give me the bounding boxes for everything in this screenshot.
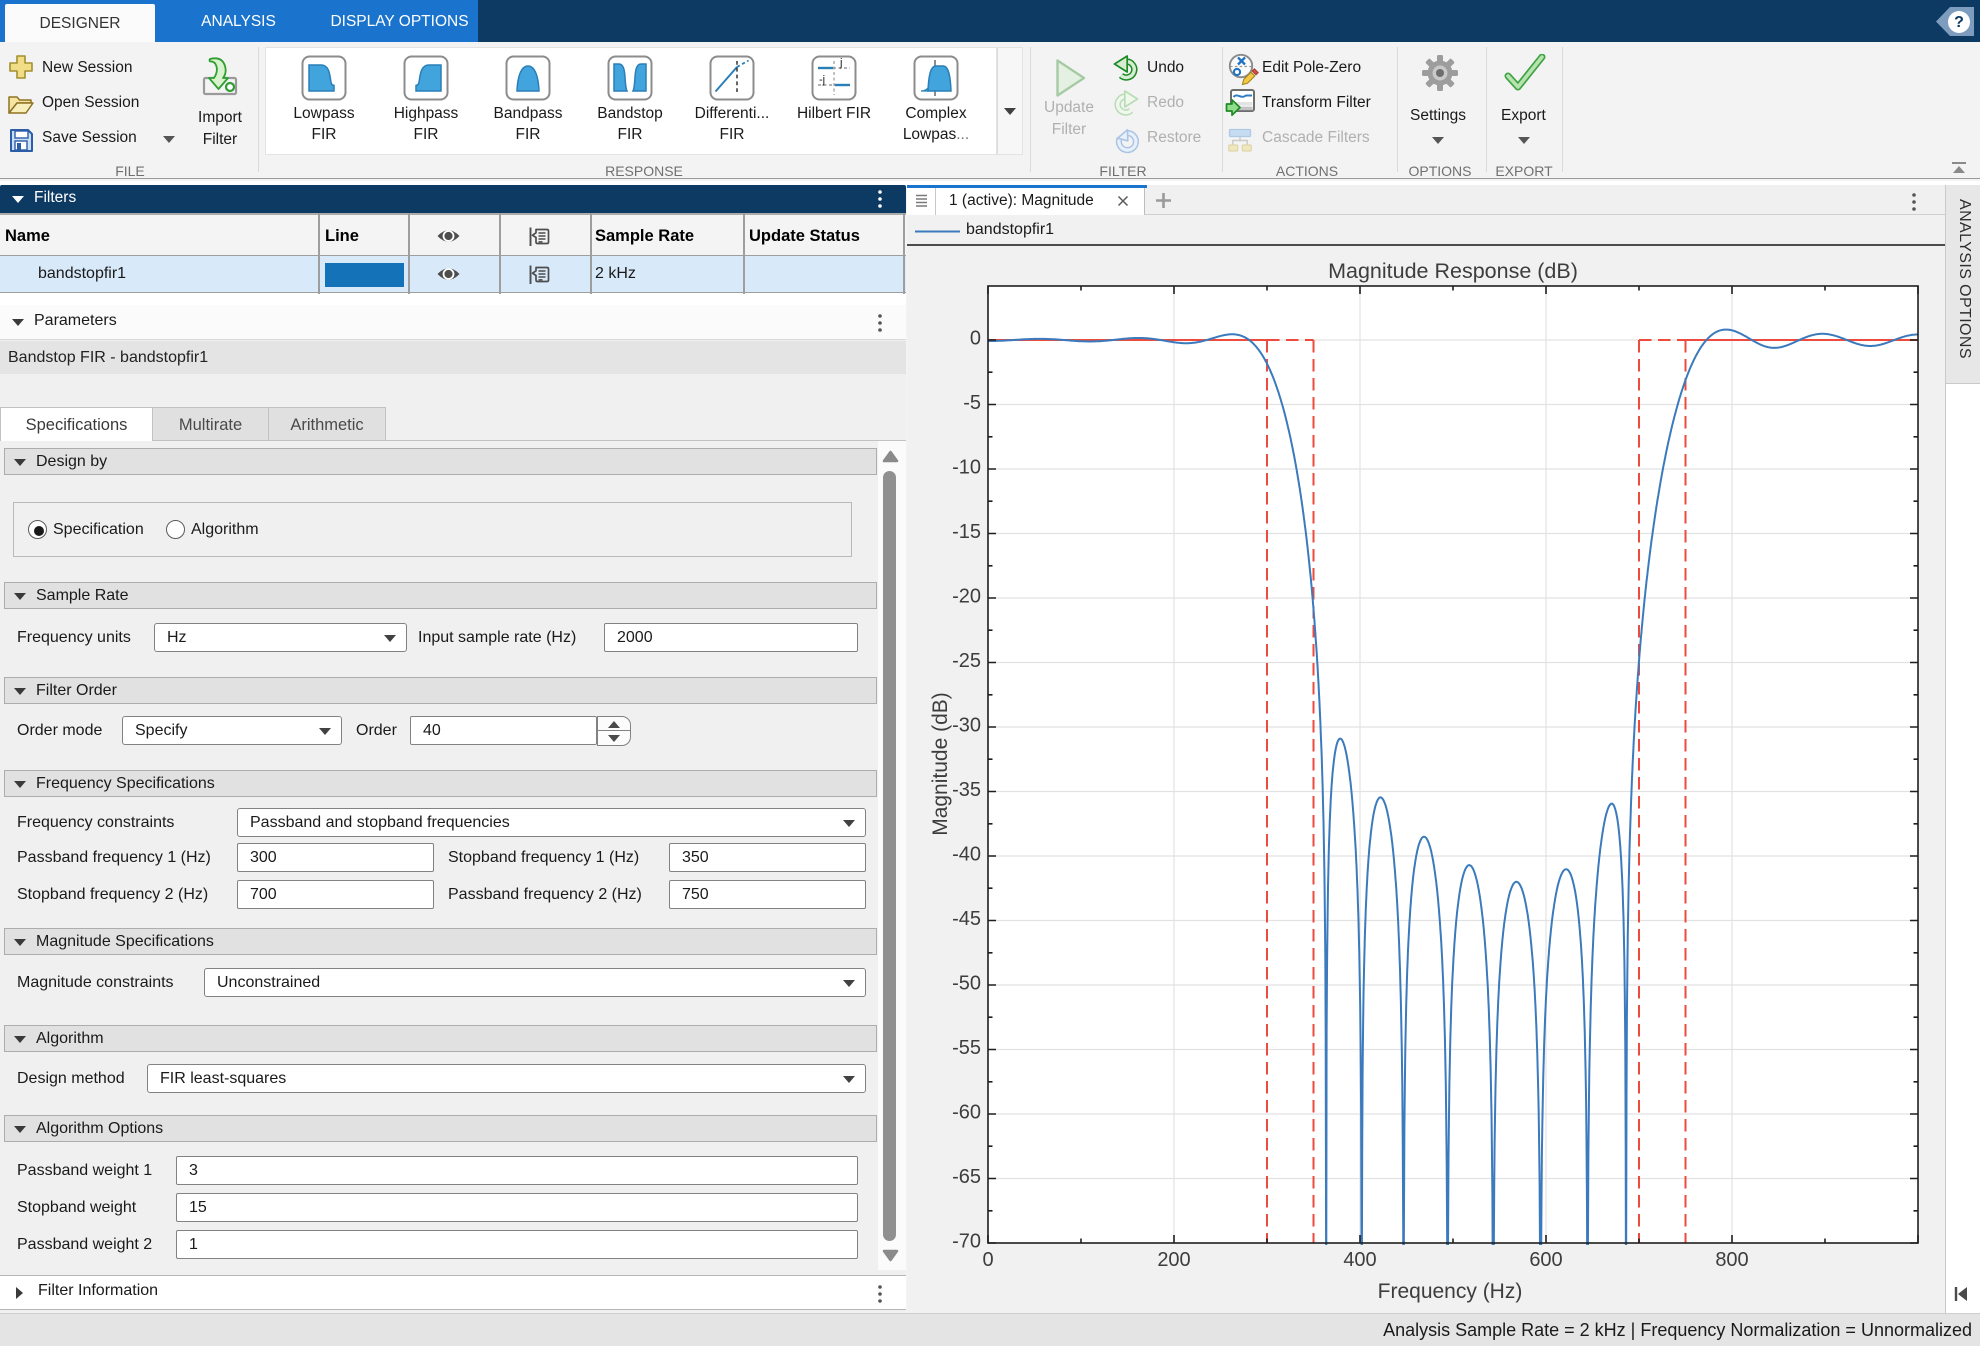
svg-text:0: 0	[982, 1249, 993, 1271]
svg-text:Magnitude Response (dB): Magnitude Response (dB)	[1328, 259, 1578, 283]
svg-text:-60: -60	[952, 1102, 981, 1124]
svg-text:-10: -10	[952, 457, 981, 479]
svg-text:-65: -65	[952, 1166, 981, 1188]
svg-text:0: 0	[970, 328, 981, 350]
svg-text:-35: -35	[952, 779, 981, 801]
svg-text:-45: -45	[952, 908, 981, 930]
svg-text:-j: -j	[819, 74, 825, 86]
svg-text:-5: -5	[963, 392, 981, 414]
svg-text:-15: -15	[952, 521, 981, 543]
svg-text:400: 400	[1343, 1249, 1376, 1271]
svg-text:Frequency (Hz): Frequency (Hz)	[1378, 1280, 1523, 1303]
svg-text:600: 600	[1529, 1249, 1562, 1271]
svg-text:j: j	[839, 57, 842, 69]
svg-text:-25: -25	[952, 650, 981, 672]
svg-text:-70: -70	[952, 1231, 981, 1253]
svg-text:-50: -50	[952, 973, 981, 995]
svg-text:-20: -20	[952, 586, 981, 608]
svg-text:-40: -40	[952, 844, 981, 866]
svg-text:800: 800	[1715, 1249, 1748, 1271]
svg-text:200: 200	[1157, 1249, 1190, 1271]
svg-text:Magnitude (dB): Magnitude (dB)	[929, 692, 952, 836]
svg-text:-30: -30	[952, 715, 981, 737]
svg-text:-55: -55	[952, 1037, 981, 1059]
